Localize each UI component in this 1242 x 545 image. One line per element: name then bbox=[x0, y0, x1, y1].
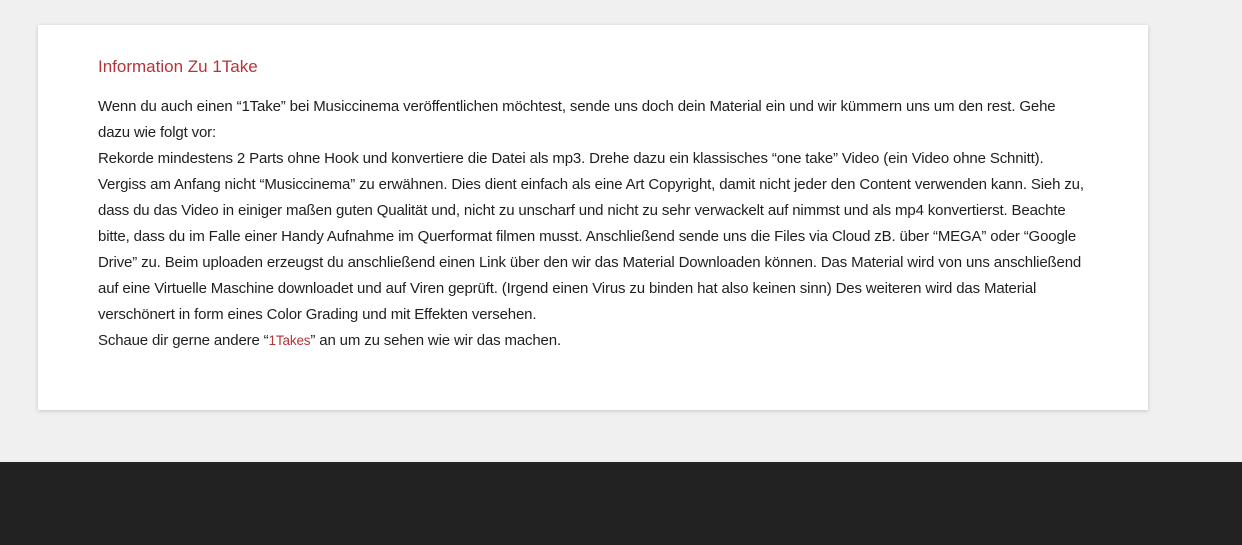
instructions-paragraph: Rekorde mindestens 2 Parts ohne Hook und… bbox=[98, 150, 1084, 323]
page: Information Zu 1Take Wenn du auch einen … bbox=[0, 0, 1242, 545]
info-card: Information Zu 1Take Wenn du auch einen … bbox=[38, 25, 1148, 410]
closing-text-before: Schaue dir gerne andere “ bbox=[98, 332, 269, 349]
footer bbox=[0, 462, 1242, 545]
closing-text-after: ” an um zu sehen wie wir das machen. bbox=[310, 332, 561, 349]
1takes-link[interactable]: 1Takes bbox=[269, 333, 311, 348]
card-body: Wenn du auch einen “1Take” bei Musiccine… bbox=[98, 94, 1088, 354]
closing-paragraph: Schaue dir gerne andere “1Takes” an um z… bbox=[98, 328, 1088, 354]
card-title: Information Zu 1Take bbox=[98, 57, 258, 76]
intro-paragraph: Wenn du auch einen “1Take” bei Musiccine… bbox=[98, 98, 1056, 141]
